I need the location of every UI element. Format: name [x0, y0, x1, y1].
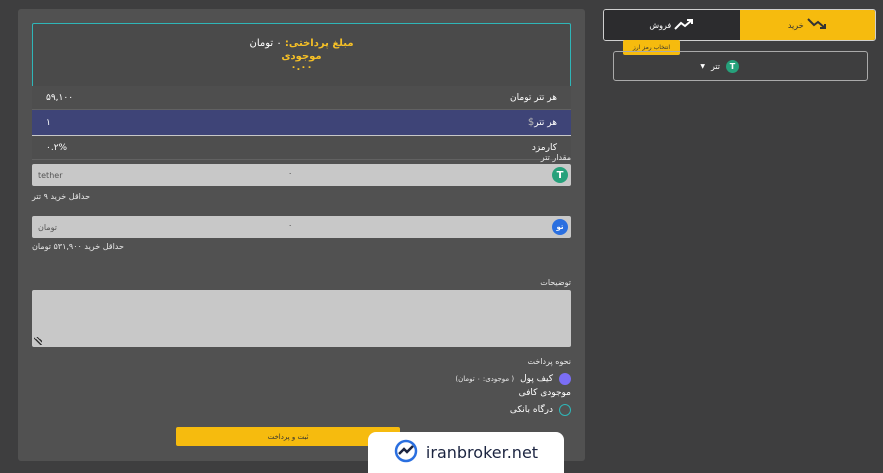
watermark-banner: iranbroker.net [368, 432, 564, 473]
description-label: توضیحات [540, 278, 571, 287]
tab-sell-label: فروش [649, 20, 672, 30]
rate-label: کارمزد [531, 142, 557, 153]
buy-sell-tabs: فروش خرید [603, 9, 876, 41]
wallet-option[interactable]: کیف پول ( موجودی: ۰ تومان) [455, 373, 571, 385]
tether-amount-input[interactable]: tether ۰ T [32, 164, 571, 186]
sufficient-balance-text: موجودی کافی [518, 388, 571, 398]
tether-field-name: tether [38, 170, 63, 180]
toman-field-value: ۰ [288, 221, 293, 230]
wallet-label: کیف پول [520, 374, 553, 384]
rate-row-fee: کارمزد ۰.۲% [32, 136, 571, 160]
gateway-option[interactable]: درگاه بانکی [510, 404, 571, 416]
wallet-radio[interactable] [559, 373, 571, 385]
balance-label: موجودی [281, 51, 322, 62]
rate-label: هر تتر تومان [510, 92, 557, 103]
balance-value: ۰.۰۰ [290, 62, 313, 73]
trend-down-icon [806, 18, 827, 32]
watermark-text: iranbroker.net [425, 443, 539, 462]
tab-buy-label: خرید [787, 20, 804, 30]
trend-up-icon [674, 18, 694, 32]
coin-select-label: تتر [710, 61, 720, 71]
logo-icon [394, 439, 418, 467]
tether-min-hint: حداقل خرید ۹ تتر [32, 192, 91, 201]
toman-field-name: تومان [38, 222, 57, 232]
rate-row-toman: هر تتر تومان ۵۹,۱۰۰ [32, 86, 571, 110]
rate-value: ۱ [46, 117, 51, 128]
rate-row-dollar: هر تتر$ ۱ [32, 110, 571, 136]
tether-field-value: ۰ [288, 169, 293, 178]
tab-buy[interactable]: خرید [739, 10, 875, 40]
payment-summary: مبلغ پرداختی: ۰ تومان موجودی ۰.۰۰ [32, 23, 571, 89]
toman-min-hint: حداقل خرید ۵۳۱,۹۰۰ تومان [32, 242, 124, 251]
order-form-panel: مبلغ پرداختی: ۰ تومان موجودی ۰.۰۰ هر تتر… [18, 9, 585, 461]
toman-amount-input[interactable]: تومان ۰ تو [32, 216, 571, 238]
tether-icon: T [552, 167, 568, 183]
toman-icon: تو [552, 219, 568, 235]
tab-sell[interactable]: فروش [604, 10, 740, 40]
rate-label: هر تتر [534, 118, 557, 128]
rate-value: ۵۹,۱۰۰ [46, 92, 74, 103]
tether-icon: T [726, 59, 739, 73]
coin-select-dropdown[interactable]: T تتر ▼ [613, 51, 868, 81]
rate-value: ۰.۲% [46, 142, 68, 153]
gateway-radio[interactable] [559, 404, 571, 416]
payment-amount-value: ۰ تومان [249, 38, 282, 49]
submit-pay-button[interactable]: ثبت و پرداخت [176, 427, 400, 446]
payment-method-label: نحوه پرداخت [527, 357, 571, 366]
description-textarea[interactable] [32, 290, 571, 347]
payment-amount-label: مبلغ پرداختی: [284, 38, 354, 49]
rate-table: هر تتر تومان ۵۹,۱۰۰ هر تتر$ ۱ کارمزد ۰.۲… [32, 86, 571, 160]
gateway-label: درگاه بانکی [509, 405, 553, 415]
tether-amount-label: مقدار تتر [540, 153, 571, 162]
chevron-down-icon: ▼ [700, 62, 705, 70]
wallet-balance: ( موجودی: ۰ تومان) [455, 375, 515, 383]
resize-grip-icon[interactable] [34, 337, 42, 345]
